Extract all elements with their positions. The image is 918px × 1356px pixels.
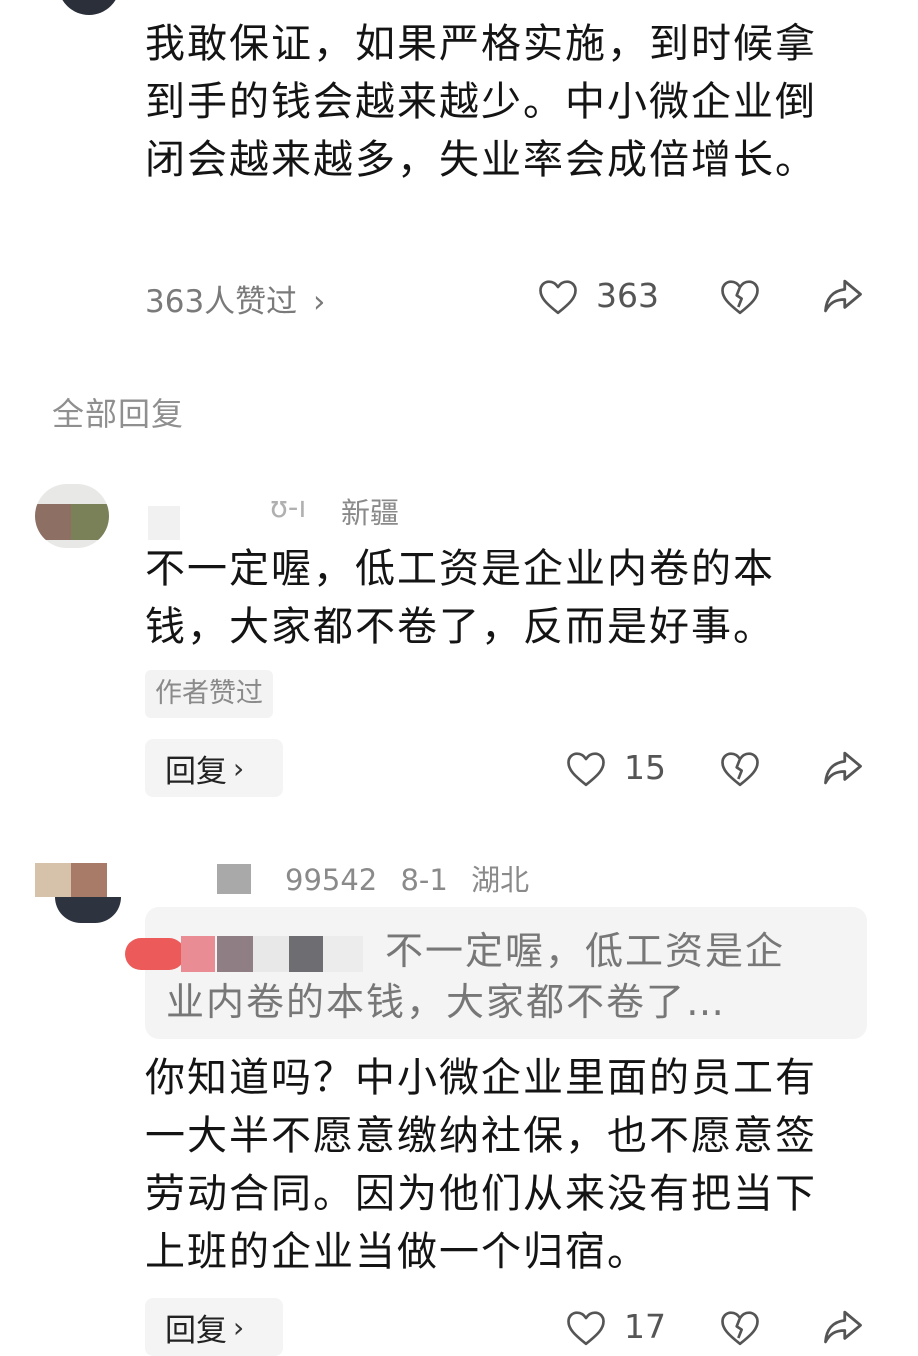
username-redacted-block <box>148 506 180 540</box>
chevron-right-icon: › <box>233 1310 245 1344</box>
reply2-username-text: 99542 <box>285 863 378 897</box>
broken-heart-icon[interactable] <box>720 1309 760 1347</box>
share-arrow-icon[interactable] <box>822 1307 864 1347</box>
quote-author-redacted <box>125 936 365 972</box>
likes-summary-link[interactable]: 363人赞过 › <box>145 276 325 321</box>
reply2-date: 8-1 <box>400 863 448 897</box>
heart-outline-icon[interactable] <box>566 750 606 788</box>
avatar-pixel <box>71 504 109 540</box>
top-like-count: 363 <box>596 276 659 315</box>
broken-heart-icon[interactable] <box>720 278 760 316</box>
avatar-reply1[interactable] <box>35 484 109 548</box>
likes-summary-text: 363人赞过 <box>145 284 298 320</box>
reply1-location: 新疆 <box>341 496 400 530</box>
reply2-like-count: 17 <box>624 1307 666 1346</box>
avatar-pixel <box>55 897 121 923</box>
redact-pixel <box>289 936 323 972</box>
chevron-right-icon: › <box>233 751 245 785</box>
heart-outline-icon[interactable] <box>538 278 578 316</box>
redact-pixel <box>323 936 363 972</box>
top-comment-text: 我敢保证，如果严格实施，到时候拿到手的钱会越来越少。中小微企业倒闭会越来越多，失… <box>145 21 817 183</box>
avatar-pixel <box>35 504 71 540</box>
broken-heart-icon[interactable] <box>720 750 760 788</box>
avatar-top[interactable] <box>58 0 120 15</box>
redact-pixel <box>217 936 253 972</box>
share-arrow-icon[interactable] <box>822 276 864 316</box>
avatar-pixel <box>35 863 71 897</box>
reply2-username[interactable]: 99542 8-1 湖北 <box>285 857 529 899</box>
heart-outline-icon[interactable] <box>566 1309 606 1347</box>
reply1-text: 不一定喔，低工资是企业内卷的本钱，大家都不卷了，反而是好事。 <box>145 546 775 650</box>
reply1-username[interactable]: ʊ-ı <box>270 490 306 524</box>
share-arrow-icon[interactable] <box>822 748 864 788</box>
avatar-reply2[interactable] <box>35 857 121 923</box>
reply2-text: 你知道吗？中小微企业里面的员工有一大半不愿意缴纳社保，也不愿意签劳动合同。因为他… <box>145 1055 817 1275</box>
reply1-reply-button[interactable]: 回复 › <box>145 739 283 797</box>
reply1-like-count: 15 <box>624 748 666 787</box>
section-title-all-replies: 全部回复 <box>52 395 185 433</box>
username-redacted-block <box>217 864 251 894</box>
reply2-location: 湖北 <box>471 863 530 897</box>
reply-label: 回复 <box>165 753 227 790</box>
quote-line-1: 不一定喔，低工资是企 <box>385 929 786 973</box>
redact-pixel <box>253 936 289 972</box>
reply2-reply-button[interactable]: 回复 › <box>145 1298 283 1356</box>
avatar-pixel <box>71 863 107 897</box>
redact-pixel <box>125 938 185 970</box>
quote-line-2: 业内卷的本钱，大家都不卷了… <box>166 980 727 1024</box>
author-liked-tag: 作者赞过 <box>145 670 273 718</box>
redact-pixel <box>181 936 215 972</box>
chevron-right-icon: › <box>313 284 326 320</box>
